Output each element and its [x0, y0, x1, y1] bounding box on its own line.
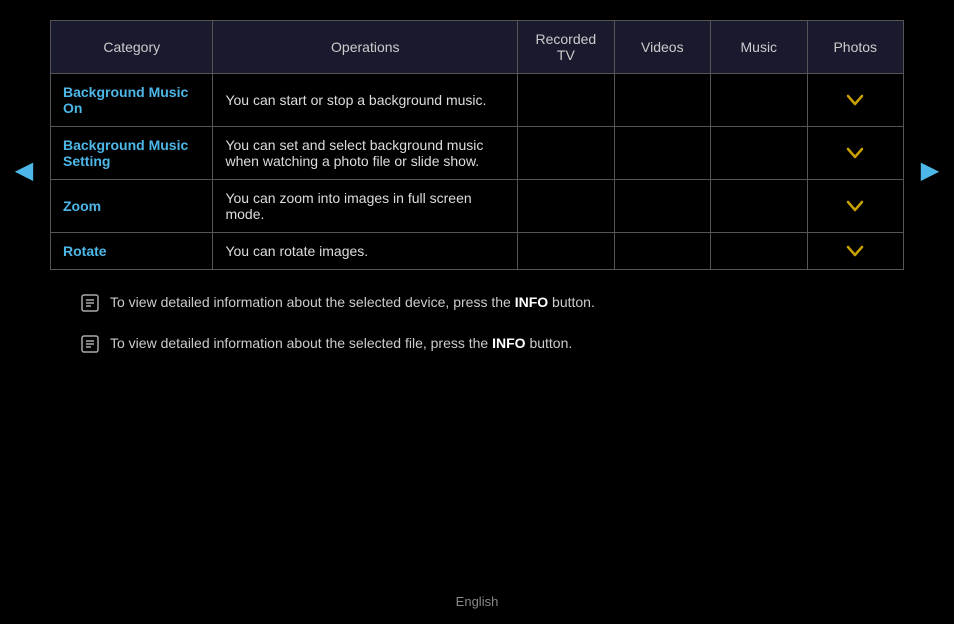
left-arrow-icon: ◀	[15, 156, 33, 185]
category-cell: Zoom	[51, 180, 213, 233]
footer-language: English	[456, 594, 499, 609]
music-cell	[711, 127, 807, 180]
table-row: ZoomYou can zoom into images in full scr…	[51, 180, 904, 233]
operations-cell: You can start or stop a background music…	[213, 74, 518, 127]
feature-table: Category Operations RecordedTV Videos Mu…	[50, 20, 904, 270]
table-row: RotateYou can rotate images.	[51, 233, 904, 270]
recorded-tv-cell	[518, 233, 614, 270]
photos-cell	[807, 127, 903, 180]
col-header-category: Category	[51, 21, 213, 74]
operations-cell: You can set and select background music …	[213, 127, 518, 180]
videos-cell	[614, 233, 710, 270]
col-header-music: Music	[711, 21, 807, 74]
table-row: Background Music SettingYou can set and …	[51, 127, 904, 180]
note-item-1: To view detailed information about the s…	[80, 292, 874, 319]
category-cell: Background Music On	[51, 74, 213, 127]
table-row: Background Music OnYou can start or stop…	[51, 74, 904, 127]
recorded-tv-cell	[518, 127, 614, 180]
chevron-icon	[820, 147, 891, 159]
operations-cell: You can zoom into images in full screen …	[213, 180, 518, 233]
photos-cell	[807, 233, 903, 270]
note-icon-1	[80, 293, 100, 319]
chevron-icon	[820, 200, 891, 212]
note-text-1: To view detailed information about the s…	[110, 292, 595, 313]
nav-arrow-right[interactable]: ▶	[916, 156, 944, 184]
chevron-icon	[820, 94, 891, 106]
note-item-2: To view detailed information about the s…	[80, 333, 874, 360]
photos-cell	[807, 74, 903, 127]
operations-cell: You can rotate images.	[213, 233, 518, 270]
col-header-recorded-tv: RecordedTV	[518, 21, 614, 74]
music-cell	[711, 233, 807, 270]
footer: English	[0, 594, 954, 609]
videos-cell	[614, 127, 710, 180]
col-header-operations: Operations	[213, 21, 518, 74]
chevron-icon	[820, 245, 891, 257]
category-cell: Background Music Setting	[51, 127, 213, 180]
nav-arrow-left[interactable]: ◀	[10, 156, 38, 184]
col-header-videos: Videos	[614, 21, 710, 74]
recorded-tv-cell	[518, 180, 614, 233]
note-text-2: To view detailed information about the s…	[110, 333, 572, 354]
note-icon-2	[80, 334, 100, 360]
col-header-photos: Photos	[807, 21, 903, 74]
recorded-tv-cell	[518, 74, 614, 127]
videos-cell	[614, 180, 710, 233]
notes-section: To view detailed information about the s…	[50, 292, 904, 360]
category-cell: Rotate	[51, 233, 213, 270]
videos-cell	[614, 74, 710, 127]
music-cell	[711, 180, 807, 233]
right-arrow-icon: ▶	[921, 156, 939, 185]
music-cell	[711, 74, 807, 127]
photos-cell	[807, 180, 903, 233]
